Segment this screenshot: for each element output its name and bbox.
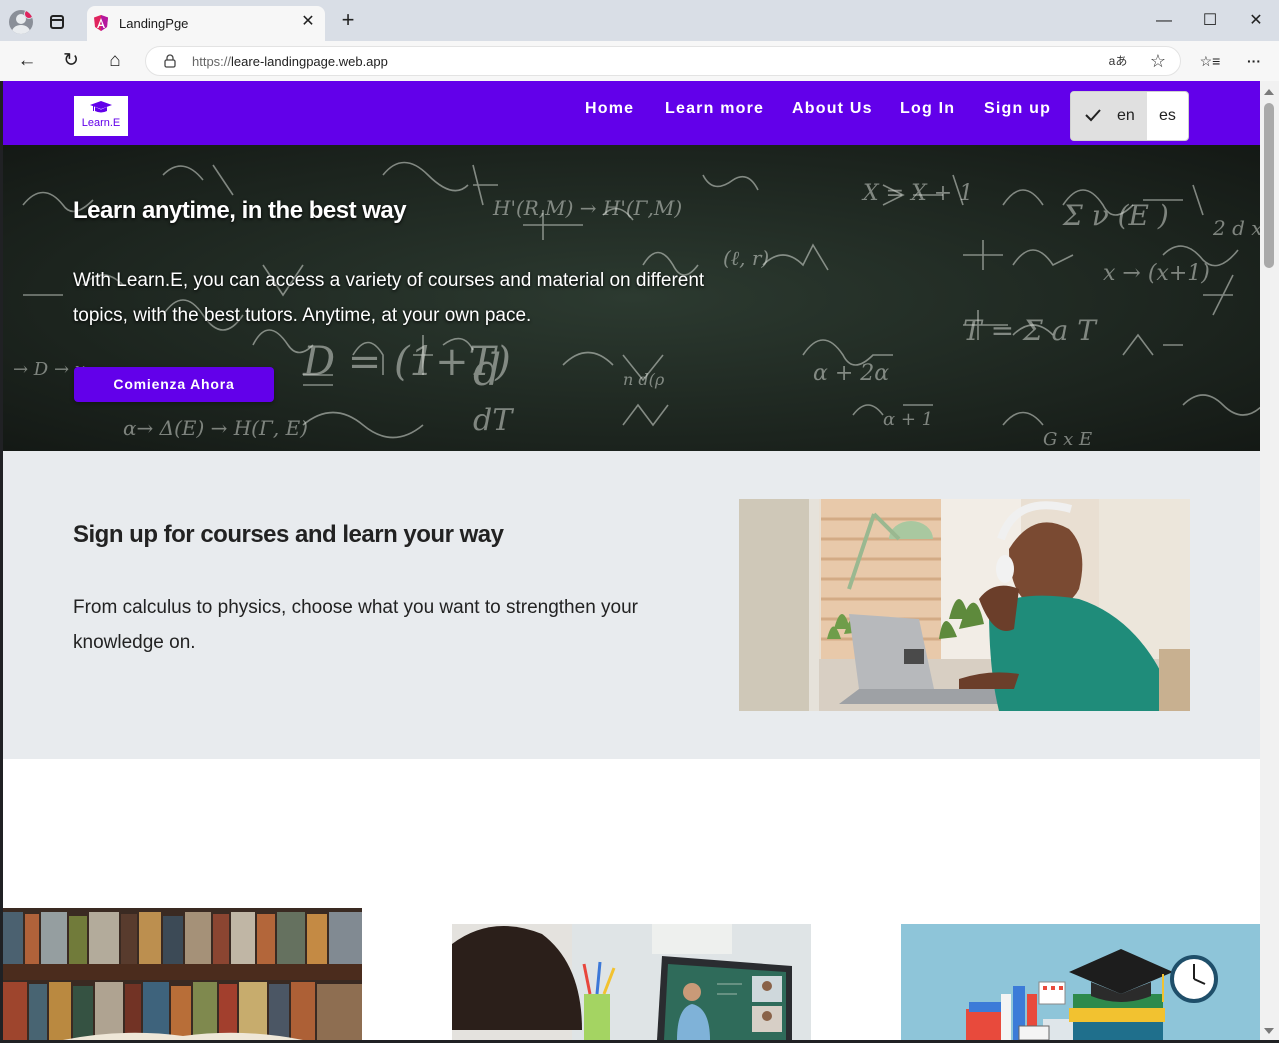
logo-text: Learn.E: [81, 117, 121, 129]
nav-link-log-in[interactable]: Log In: [900, 100, 955, 118]
language-toggle: en es: [1070, 91, 1189, 141]
browser-tab-active[interactable]: LandingPge ✕: [87, 6, 325, 41]
maximize-button[interactable]: ☐: [1195, 8, 1225, 34]
browser-tab-strip: LandingPge ✕ + — ☐ ✕: [0, 0, 1279, 41]
svg-text:x → (x+1): x → (x+1): [1103, 261, 1210, 286]
books-card-image: [3, 908, 362, 1040]
nav-link-about-us[interactable]: About Us: [792, 100, 873, 118]
svg-text:G x E: G x E: [1043, 429, 1092, 450]
language-option-en[interactable]: en: [1071, 92, 1147, 140]
svg-text:H'(R,M) → H'(Γ,M): H'(R,M) → H'(Γ,M): [492, 196, 682, 220]
education-illustration-card-image: [901, 924, 1260, 1040]
more-options-icon[interactable]: ···: [1242, 49, 1266, 73]
svg-text:α→ Δ(E) → H(Γ, E): α→ Δ(E) → H(Γ, E): [123, 416, 308, 440]
site-navbar: Learn.E Home Learn more About Us Log In …: [3, 81, 1260, 145]
language-label-es: es: [1159, 107, 1176, 124]
new-tab-button[interactable]: +: [337, 9, 359, 31]
address-bar[interactable]: https://leare-landingpage.web.app aあ ☆: [145, 46, 1181, 76]
hero-title: Learn anytime, in the best way: [73, 197, 407, 224]
online-class-card-image: [452, 924, 811, 1040]
read-aloud-icon[interactable]: aあ: [1108, 51, 1128, 71]
favorites-icon[interactable]: ☆≡: [1198, 49, 1222, 73]
back-button[interactable]: ←: [15, 49, 39, 73]
tab-title: LandingPge: [119, 16, 189, 31]
svg-text:d: d: [473, 345, 501, 396]
browser-toolbar: ← ↻ ⌂ https://leare-landingpage.web.app …: [0, 41, 1279, 81]
svg-text:(ℓ, r): (ℓ, r): [723, 246, 769, 270]
svg-text:dT: dT: [473, 403, 514, 438]
svg-text:Σ ν (E ): Σ ν (E ): [1062, 199, 1169, 232]
page-scrollbar[interactable]: [1260, 81, 1279, 1040]
nav-link-learn-more[interactable]: Learn more: [665, 100, 764, 118]
tab-close-icon[interactable]: ✕: [299, 13, 317, 31]
check-icon: [1085, 109, 1101, 122]
nav-link-sign-up[interactable]: Sign up: [984, 100, 1051, 118]
nav-link-home[interactable]: Home: [585, 100, 634, 118]
hero-description: With Learn.E, you can access a variety o…: [73, 270, 705, 326]
favorite-star-icon[interactable]: ☆: [1148, 51, 1168, 71]
window-close-button[interactable]: ✕: [1241, 8, 1271, 34]
site-logo[interactable]: Learn.E: [74, 96, 128, 136]
student-laptop-photo: [739, 499, 1190, 711]
scroll-down-arrow-icon[interactable]: [1264, 1028, 1274, 1034]
section-description: From calculus to physics, choose what yo…: [73, 597, 638, 653]
signup-feature-section: Sign up for courses and learn your way F…: [3, 451, 1260, 759]
scrollbar-thumb[interactable]: [1264, 103, 1274, 268]
section-title: Sign up for courses and learn your way: [73, 521, 504, 548]
minimize-button[interactable]: —: [1149, 8, 1179, 34]
start-now-button[interactable]: Comienza Ahora: [74, 367, 274, 402]
svg-text:T = Σ a T: T = Σ a T: [963, 314, 1098, 347]
svg-text:α + 2α: α + 2α: [813, 361, 889, 386]
language-option-es[interactable]: es: [1148, 92, 1188, 140]
svg-text:2 d x: 2 d x: [1212, 216, 1260, 240]
reload-button[interactable]: ↻: [59, 49, 83, 73]
language-label-en: en: [1117, 107, 1135, 124]
profile-avatar-icon[interactable]: [9, 10, 33, 34]
svg-text:X = X + 1: X = X + 1: [861, 181, 973, 206]
tab-actions-icon[interactable]: [50, 15, 64, 29]
angular-favicon-icon: [94, 15, 108, 31]
svg-text:α + 1: α + 1: [883, 409, 933, 430]
scroll-up-arrow-icon[interactable]: [1264, 89, 1274, 95]
graduation-cap-icon: [90, 101, 112, 113]
lock-icon[interactable]: [164, 54, 176, 68]
url-text[interactable]: https://leare-landingpage.web.app: [192, 54, 388, 69]
home-button[interactable]: ⌂: [103, 49, 127, 73]
hero-section: X = X + 1 (ℓ, r) T = Σ a T D = (1+T) H'(…: [3, 145, 1260, 451]
page-viewport: Learn.E Home Learn more About Us Log In …: [3, 81, 1260, 1040]
svg-text:n d(ρ: n d(ρ: [623, 370, 665, 389]
